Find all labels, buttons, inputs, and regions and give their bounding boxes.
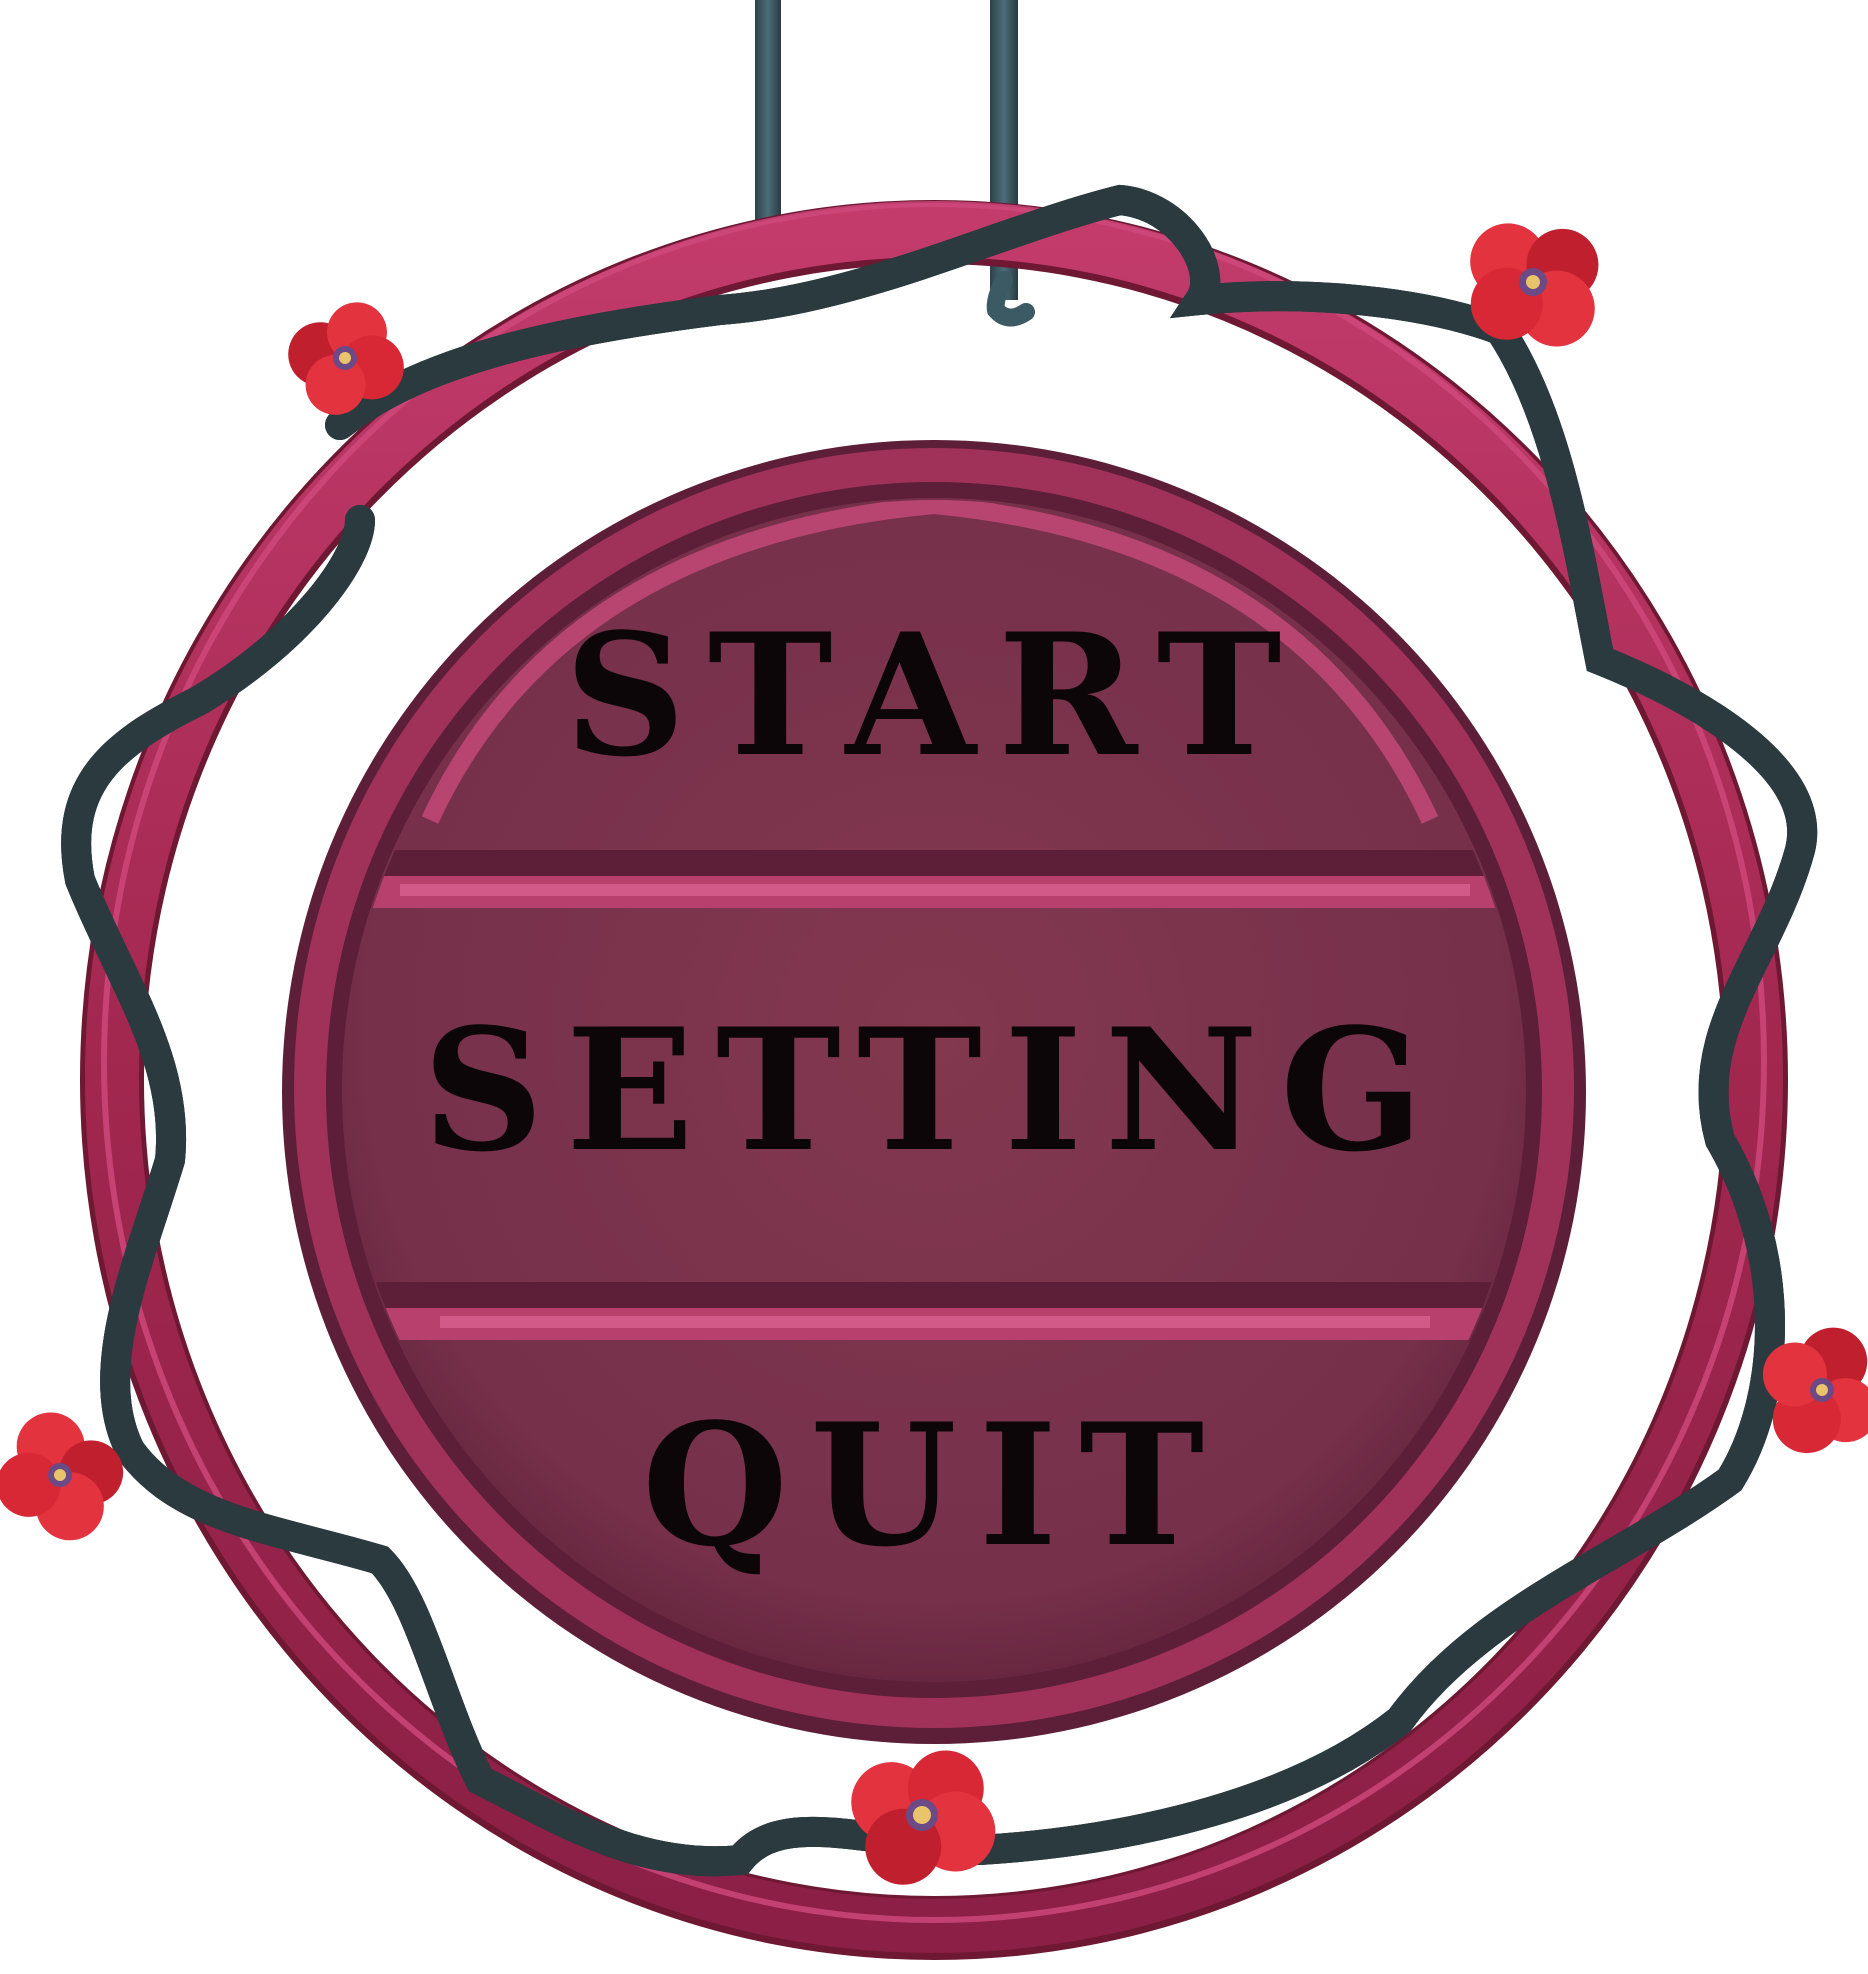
poppy-flower-icon (851, 1750, 996, 1885)
divider-top (344, 850, 1524, 876)
quit-button[interactable] (430, 1345, 1440, 1675)
start-button[interactable] (420, 520, 1450, 840)
setting-button[interactable] (380, 915, 1490, 1275)
divider-bottom (344, 1282, 1524, 1308)
main-menu-scene: START SETTING QUIT (0, 0, 1868, 1960)
menu-options: START SETTING QUIT (380, 520, 1490, 1675)
